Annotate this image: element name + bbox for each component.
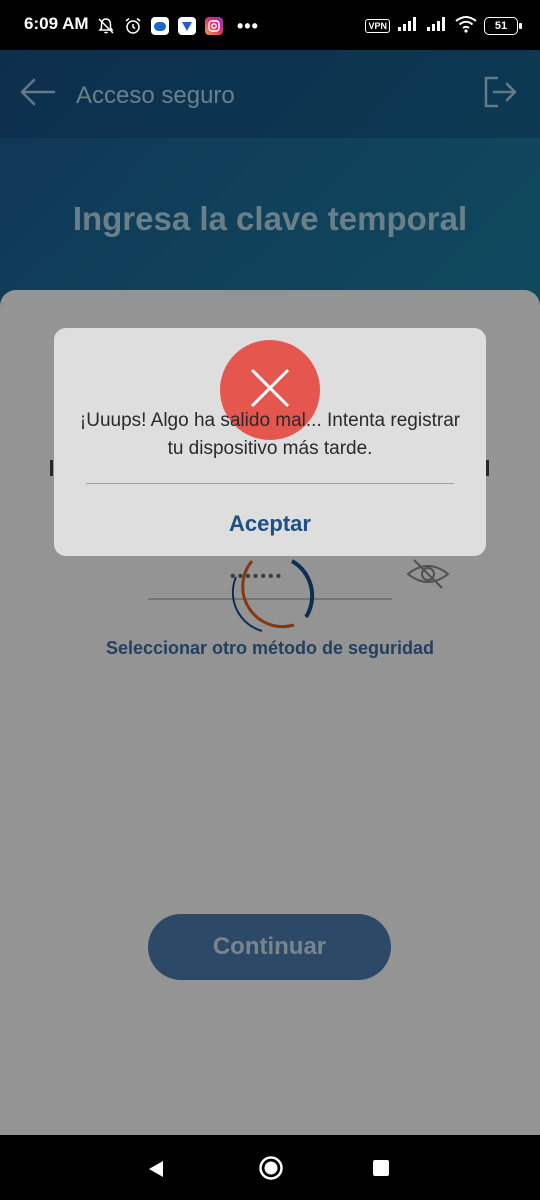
signal-icon [426, 16, 448, 37]
accept-button[interactable]: Aceptar [170, 504, 370, 544]
shield-app-icon [177, 16, 197, 36]
more-notifications-dots: ••• [237, 15, 259, 36]
dialog-divider [86, 483, 454, 484]
status-bar: 6:09 AM ••• VPN 51 [0, 0, 540, 50]
nav-home-icon[interactable] [258, 1155, 284, 1181]
nav-recents-icon[interactable] [373, 1160, 389, 1176]
dialog-message: ¡Uuups! Algo ha salido mal... Intenta re… [79, 410, 461, 459]
status-time: 6:09 AM [24, 14, 89, 33]
alarm-icon [123, 16, 143, 36]
instagram-icon [204, 16, 224, 36]
nav-back-icon[interactable] [146, 1159, 166, 1179]
chat-app-icon [150, 16, 170, 36]
bell-off-icon [96, 16, 116, 36]
signal-icon [397, 16, 419, 37]
status-icons-right: VPN 51 [365, 14, 522, 38]
app-screen: Acceso seguro Ingresa la clave temporal … [0, 50, 540, 1135]
vpn-icon: VPN [365, 19, 390, 33]
wifi-icon [455, 15, 477, 38]
status-icons-left: ••• [96, 14, 259, 38]
system-nav-bar [0, 1135, 540, 1200]
battery-icon: 51 [484, 17, 522, 35]
modal-overlay [0, 50, 540, 1135]
